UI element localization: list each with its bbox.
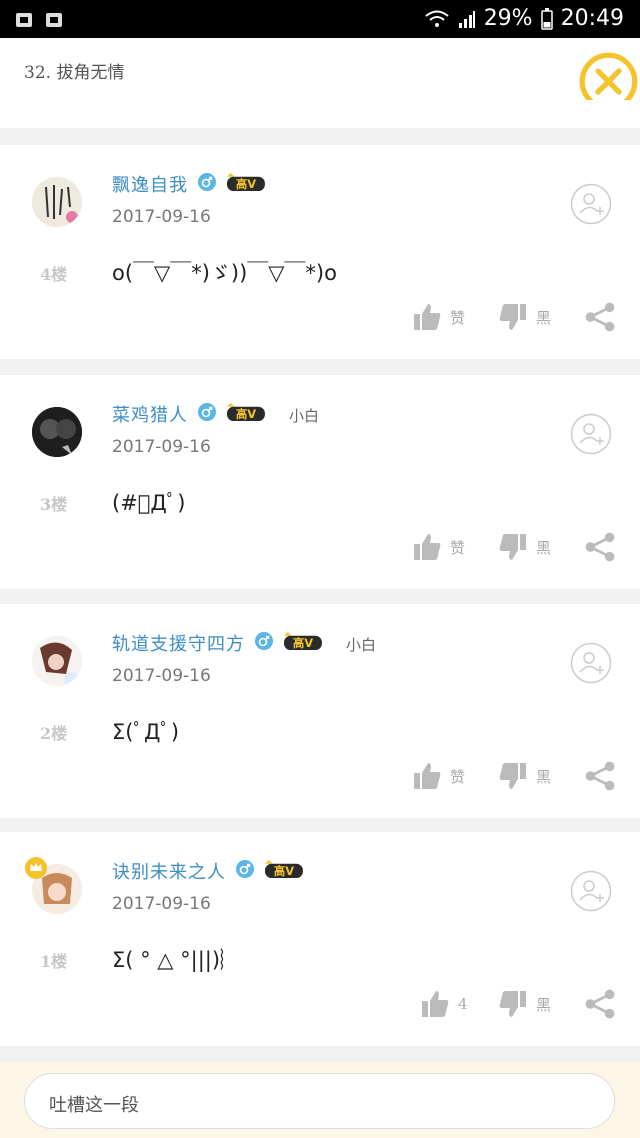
share-icon[interactable] — [584, 531, 616, 563]
svg-text:高V: 高V — [236, 177, 256, 191]
dislike-label: 黑 — [536, 538, 552, 557]
user-level: 小白 — [346, 636, 377, 654]
like-button[interactable]: 赞 — [412, 301, 465, 333]
action-bar: 4 黑 — [0, 988, 640, 1022]
comment-input-bar: 吐槽这一段 — [0, 1062, 640, 1138]
svg-text:高V: 高V — [293, 636, 313, 650]
like-label: 赞 — [450, 308, 466, 327]
svg-text:高V: 高V — [236, 407, 256, 421]
comment-date: 2017-09-16 — [112, 894, 211, 914]
dislike-label: 黑 — [536, 767, 552, 786]
dislike-button[interactable]: 黑 — [498, 301, 551, 333]
dislike-button[interactable]: 黑 — [498, 531, 551, 563]
notification-app-icon — [16, 13, 32, 27]
action-bar: 赞 黑 — [0, 760, 640, 794]
avatar[interactable] — [32, 407, 82, 457]
signal-icon — [458, 10, 475, 28]
comment-input[interactable]: 吐槽这一段 — [24, 1073, 615, 1129]
thumbs-down-icon — [499, 534, 526, 560]
dislike-label: 黑 — [536, 308, 552, 327]
avatar[interactable] — [32, 636, 82, 686]
thumbs-down-icon — [499, 763, 526, 789]
vip-badge: 高V — [283, 632, 322, 650]
username[interactable]: 轨道支援守四方 — [112, 630, 245, 656]
floor-number: 1楼 — [40, 952, 68, 971]
verified-male-icon — [198, 403, 216, 421]
username[interactable]: 飘逸自我 — [112, 171, 188, 197]
comment-card: 菜鸡猎人 高V 小白 2017-09-16 3楼 (#ﾟДﾟ) 赞 黑 — [0, 375, 640, 589]
dislike-button[interactable]: 黑 — [498, 988, 551, 1020]
follow-user-icon[interactable] — [570, 870, 612, 912]
battery-percent: 29% — [483, 6, 533, 31]
vip-badge: 高V — [226, 173, 265, 191]
thumbs-down-icon — [499, 304, 526, 330]
comment-text: (#ﾟДﾟ) — [112, 491, 186, 515]
username[interactable]: 菜鸡猎人 — [112, 401, 188, 427]
comment-text: o(￣▽￣*)ゞ))￣▽￣*)o — [112, 261, 337, 285]
vip-badge: 高V — [264, 860, 303, 878]
verified-male-icon — [198, 173, 216, 191]
comment-card: 诀别未来之人 高V 2017-09-16 1楼 Σ( ° △ °|||)︴ 4 … — [0, 832, 640, 1046]
vip-badge: 高V — [226, 403, 265, 421]
avatar[interactable] — [32, 177, 82, 227]
crown-badge-icon — [25, 857, 47, 879]
status-bar: 29% 20:49 — [0, 0, 640, 38]
action-bar: 赞 黑 — [0, 531, 640, 565]
thumbs-up-icon — [414, 534, 441, 560]
floor-number: 3楼 — [40, 495, 68, 514]
wifi-icon — [425, 10, 449, 27]
thumbs-up-icon — [422, 991, 449, 1017]
dislike-label: 黑 — [536, 995, 552, 1014]
floor-number: 2楼 — [40, 724, 68, 743]
thumbs-up-icon — [414, 763, 441, 789]
like-label: 赞 — [450, 767, 466, 786]
comment-text: Σ(ﾟДﾟ) — [112, 720, 180, 744]
action-bar: 赞 黑 — [0, 301, 640, 335]
comment-input-placeholder: 吐槽这一段 — [49, 1095, 139, 1116]
verified-male-icon — [255, 632, 273, 650]
battery-icon — [540, 7, 553, 30]
page-title: 32. 拔角无情 — [24, 63, 125, 83]
previous-card-remnant — [0, 100, 640, 128]
thumbs-down-icon — [499, 991, 526, 1017]
status-right: 29% 20:49 — [424, 6, 624, 31]
username[interactable]: 诀别未来之人 — [112, 858, 226, 884]
notification-app-icon — [46, 13, 62, 27]
svg-text:高V: 高V — [274, 864, 294, 878]
like-label: 赞 — [450, 538, 466, 557]
dislike-button[interactable]: 黑 — [498, 760, 551, 792]
user-level: 小白 — [289, 407, 320, 425]
comment-card: 飘逸自我 高V 2017-09-16 4楼 o(￣▽￣*)ゞ))￣▽￣*)o 赞… — [0, 145, 640, 359]
comment-date: 2017-09-16 — [112, 437, 211, 457]
like-button[interactable]: 赞 — [412, 531, 465, 563]
comment-text: Σ( ° △ °|||)︴ — [112, 948, 242, 972]
clock: 20:49 — [560, 6, 624, 31]
follow-user-icon[interactable] — [570, 183, 612, 225]
like-count: 4 — [458, 995, 468, 1013]
comment-date: 2017-09-16 — [112, 666, 211, 686]
floor-number: 4楼 — [40, 265, 68, 284]
share-icon[interactable] — [584, 301, 616, 333]
header: 32. 拔角无情 — [0, 38, 640, 100]
share-icon[interactable] — [584, 760, 616, 792]
comment-date: 2017-09-16 — [112, 207, 211, 227]
like-button[interactable]: 赞 — [412, 760, 465, 792]
verified-male-icon — [236, 860, 254, 878]
follow-user-icon[interactable] — [570, 642, 612, 684]
follow-user-icon[interactable] — [570, 413, 612, 455]
thumbs-up-icon — [414, 304, 441, 330]
like-button[interactable]: 4 — [420, 988, 468, 1020]
share-icon[interactable] — [584, 988, 616, 1020]
comment-card: 轨道支援守四方 高V 小白 2017-09-16 2楼 Σ(ﾟДﾟ) 赞 黑 — [0, 604, 640, 818]
